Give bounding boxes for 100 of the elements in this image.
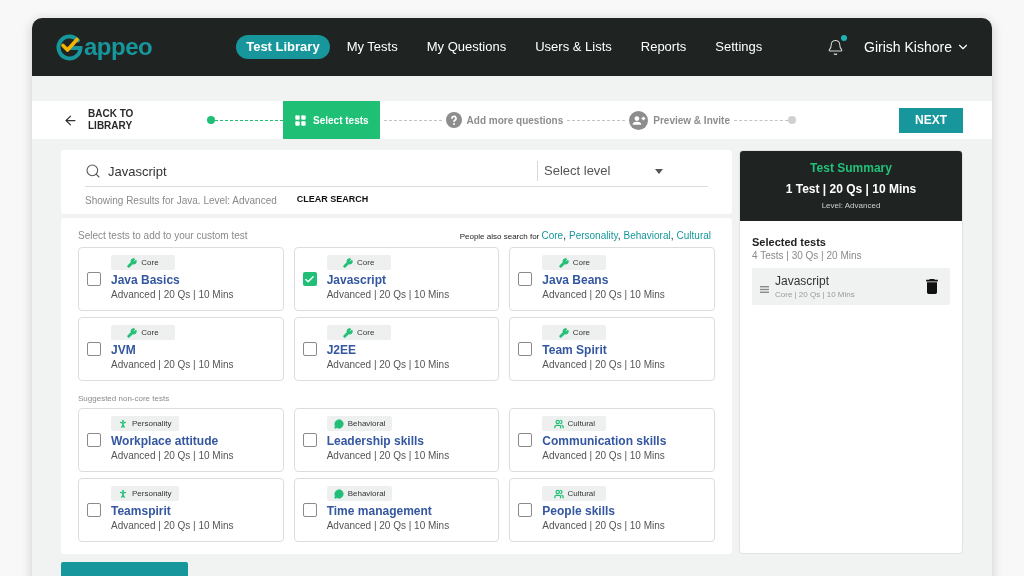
test-title[interactable]: JVM	[111, 342, 136, 358]
test-details: Advanced | 20 Qs | 10 Mins	[111, 288, 234, 302]
add-user-icon	[629, 110, 649, 130]
logo-icon	[54, 32, 84, 62]
step-connector	[383, 119, 442, 121]
checkbox[interactable]	[87, 272, 101, 286]
test-title[interactable]: Leadership skills	[326, 433, 425, 449]
summary-totals: 1 Test | 20 Qs | 10 Mins	[785, 181, 917, 197]
test-card[interactable]: Core Java Beans Advanced | 20 Qs | 10 Mins	[509, 247, 715, 311]
nav-tab[interactable]: My Tests	[334, 35, 410, 59]
checkbox[interactable]	[87, 503, 101, 517]
test-card[interactable]: Core Team Spirit Advanced | 20 Qs | 10 Mins	[509, 317, 715, 381]
check-icon	[304, 273, 316, 285]
test-title[interactable]: Java Beans	[542, 272, 609, 288]
checkbox[interactable]	[302, 433, 317, 447]
test-title[interactable]: Javascript	[326, 272, 387, 288]
related-search-link[interactable]: Behavioral	[623, 229, 671, 241]
test-details: Advanced | 20 Qs | 10 Mins	[326, 288, 450, 302]
instruction-text: Select tests to add to your custom test	[78, 228, 248, 243]
test-card[interactable]: Personality Teamspirit Advanced | 20 Qs | 10 Mins	[78, 478, 284, 542]
user-menu[interactable]: Girish Kishore	[864, 36, 970, 58]
tag-label: Core	[572, 327, 590, 338]
notifications-button[interactable]	[826, 37, 845, 57]
test-title[interactable]: Team Spirit	[542, 342, 607, 358]
test-title[interactable]: Teamspirit	[111, 503, 171, 519]
related-search-link[interactable]: Personality	[568, 229, 618, 241]
level-select[interactable]: Select level	[538, 156, 708, 186]
question-icon	[445, 112, 462, 128]
checkbox[interactable]	[518, 342, 533, 356]
test-details: Advanced | 20 Qs | 10 Mins	[326, 519, 450, 533]
step-connector	[215, 119, 283, 121]
nav-tab[interactable]: Settings	[703, 35, 775, 59]
checkbox[interactable]	[518, 503, 533, 517]
checkbox[interactable]	[302, 503, 317, 517]
wrench-icon	[343, 327, 353, 338]
test-details: Advanced | 20 Qs | 10 Mins	[326, 449, 450, 463]
summary-title: Test Summary	[810, 160, 892, 176]
related-search-link[interactable]: Cultural	[676, 229, 711, 241]
checkbox[interactable]	[302, 272, 317, 286]
checkbox[interactable]	[518, 433, 533, 447]
test-title[interactable]: People skills	[542, 503, 616, 519]
test-card[interactable]: Behavioral Leadership skills Advanced | 20 Qs | 10 Mins	[293, 408, 500, 472]
test-card[interactable]: Core Javascript Advanced | 20 Qs | 10 Mins	[293, 247, 500, 311]
tag-label: Core	[141, 327, 159, 338]
test-card[interactable]: Core Java Basics Advanced | 20 Qs | 10 Mins	[78, 247, 284, 311]
trash-icon[interactable]	[926, 279, 938, 294]
step-connector	[734, 119, 788, 121]
caret-down-icon	[655, 168, 663, 174]
next-button[interactable]: NEXT	[899, 107, 963, 133]
test-title[interactable]: Java Basics	[111, 272, 180, 288]
tag-label: Core	[357, 327, 375, 338]
test-details: Advanced | 20 Qs | 10 Mins	[111, 519, 234, 533]
test-card[interactable]: Core JVM Advanced | 20 Qs | 10 Mins	[78, 317, 284, 381]
test-details: Advanced | 20 Qs | 10 Mins	[542, 519, 665, 533]
checkbox[interactable]	[87, 342, 101, 356]
test-card[interactable]: Behavioral Time management Advanced | 20 Qs | 10 Mins	[293, 478, 500, 542]
test-card[interactable]: Personality Workplace attitude Advanced | 20 Qs | 10 Mins	[78, 408, 284, 472]
tag-label: Personality	[132, 418, 172, 429]
test-details: Advanced | 20 Qs | 10 Mins	[111, 358, 234, 372]
speech-bubble-icon	[333, 488, 344, 499]
test-title[interactable]: Communication skills	[542, 433, 667, 449]
grid-icon	[294, 113, 307, 127]
nav-tab[interactable]: Reports	[628, 35, 699, 59]
test-title[interactable]: Workplace attitude	[111, 433, 219, 449]
wrench-icon	[558, 257, 569, 268]
test-details: Advanced | 20 Qs | 10 Mins	[326, 358, 450, 372]
selected-tests-totals: 4 Tests | 30 Qs | 20 Mins	[752, 249, 863, 263]
tag-label: Core	[572, 257, 590, 268]
tag-label: Core	[141, 257, 159, 268]
section-label: Suggested non-core tests	[78, 393, 170, 405]
nav-tab[interactable]: Test Library	[236, 35, 330, 59]
tag-label: Cultural	[567, 488, 596, 499]
selected-test-name: Javascript	[775, 273, 831, 289]
wrench-icon	[127, 257, 138, 268]
test-details: Advanced | 20 Qs | 10 Mins	[542, 288, 665, 302]
selected-test-item[interactable]: Javascript Core | 20 Qs | 10 Mins	[752, 268, 950, 305]
checkbox[interactable]	[302, 342, 317, 356]
results-note: Showing Results for Java. Level: Advanced	[85, 193, 277, 208]
test-details: Advanced | 20 Qs | 10 Mins	[542, 358, 665, 372]
tag-label: Core	[357, 257, 375, 268]
checkbox[interactable]	[518, 272, 533, 286]
person-icon	[118, 418, 128, 429]
selected-tests-heading: Selected tests	[752, 235, 827, 249]
back-button[interactable]: BACK TO LIBRARY	[63, 108, 138, 132]
brand-logo[interactable]: appeo	[54, 32, 153, 62]
checkbox[interactable]	[87, 433, 101, 447]
wrench-icon	[558, 327, 569, 338]
selected-test-details: Core | 20 Qs | 10 Mins	[775, 288, 855, 300]
test-title[interactable]: J2EE	[326, 342, 356, 358]
clear-search-link[interactable]: CLEAR SEARCH	[296, 193, 369, 207]
step-connector	[567, 119, 626, 121]
people-icon	[553, 418, 564, 429]
tag-label: Personality	[132, 488, 172, 499]
test-card[interactable]: Core J2EE Advanced | 20 Qs | 10 Mins	[293, 317, 500, 381]
nav-tab[interactable]: Users & Lists	[523, 35, 624, 59]
drag-handle-icon[interactable]	[760, 286, 769, 293]
test-card[interactable]: Cultural People skills Advanced | 20 Qs | 10 Mins	[509, 478, 715, 542]
test-title[interactable]: Time management	[326, 503, 432, 519]
nav-tab[interactable]: My Questions	[414, 35, 519, 59]
test-card[interactable]: Cultural Communication skills Advanced | 20 Qs | 10 Mins	[509, 408, 715, 472]
